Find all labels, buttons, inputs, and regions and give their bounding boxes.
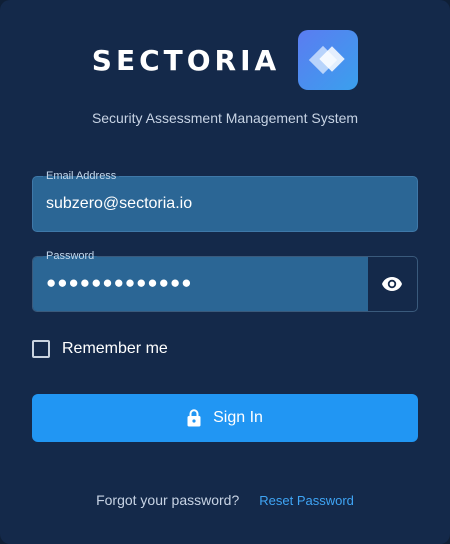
remember-me-label[interactable]: Remember me <box>62 340 168 358</box>
show-password-button[interactable] <box>367 257 417 311</box>
sign-in-label: Sign In <box>213 409 263 426</box>
forgot-password-text: Forgot your password? <box>96 492 240 508</box>
email-label: Email Address <box>43 169 120 183</box>
password-field[interactable]: ●●●●●●●●●●●●● Password <box>32 249 418 312</box>
brand-name: SECTORIA <box>91 43 281 77</box>
brand-header: SECTORIA <box>0 30 450 90</box>
password-input[interactable]: ●●●●●●●●●●●●● <box>33 257 368 311</box>
lock-icon <box>187 409 201 427</box>
email-field[interactable]: Email Address subzero@sectoria.io <box>32 169 418 232</box>
eye-icon <box>382 277 402 291</box>
remember-me-checkbox[interactable] <box>32 340 50 358</box>
app-subtitle: Security Assessment Management System <box>91 110 359 126</box>
footer-links: Forgot your password? Reset Password <box>0 492 450 508</box>
remember-me-option[interactable]: Remember me <box>32 340 168 358</box>
reset-password-link[interactable]: Reset Password <box>259 493 354 508</box>
password-value: ●●●●●●●●●●●●● <box>46 273 193 292</box>
login-card: SECTORIA Security Assessment Management … <box>0 0 450 544</box>
sign-in-button[interactable]: Sign In <box>32 394 418 442</box>
password-label: Password <box>43 249 98 263</box>
email-value[interactable]: subzero@sectoria.io <box>46 195 192 213</box>
diamond-logo-icon <box>298 30 359 90</box>
